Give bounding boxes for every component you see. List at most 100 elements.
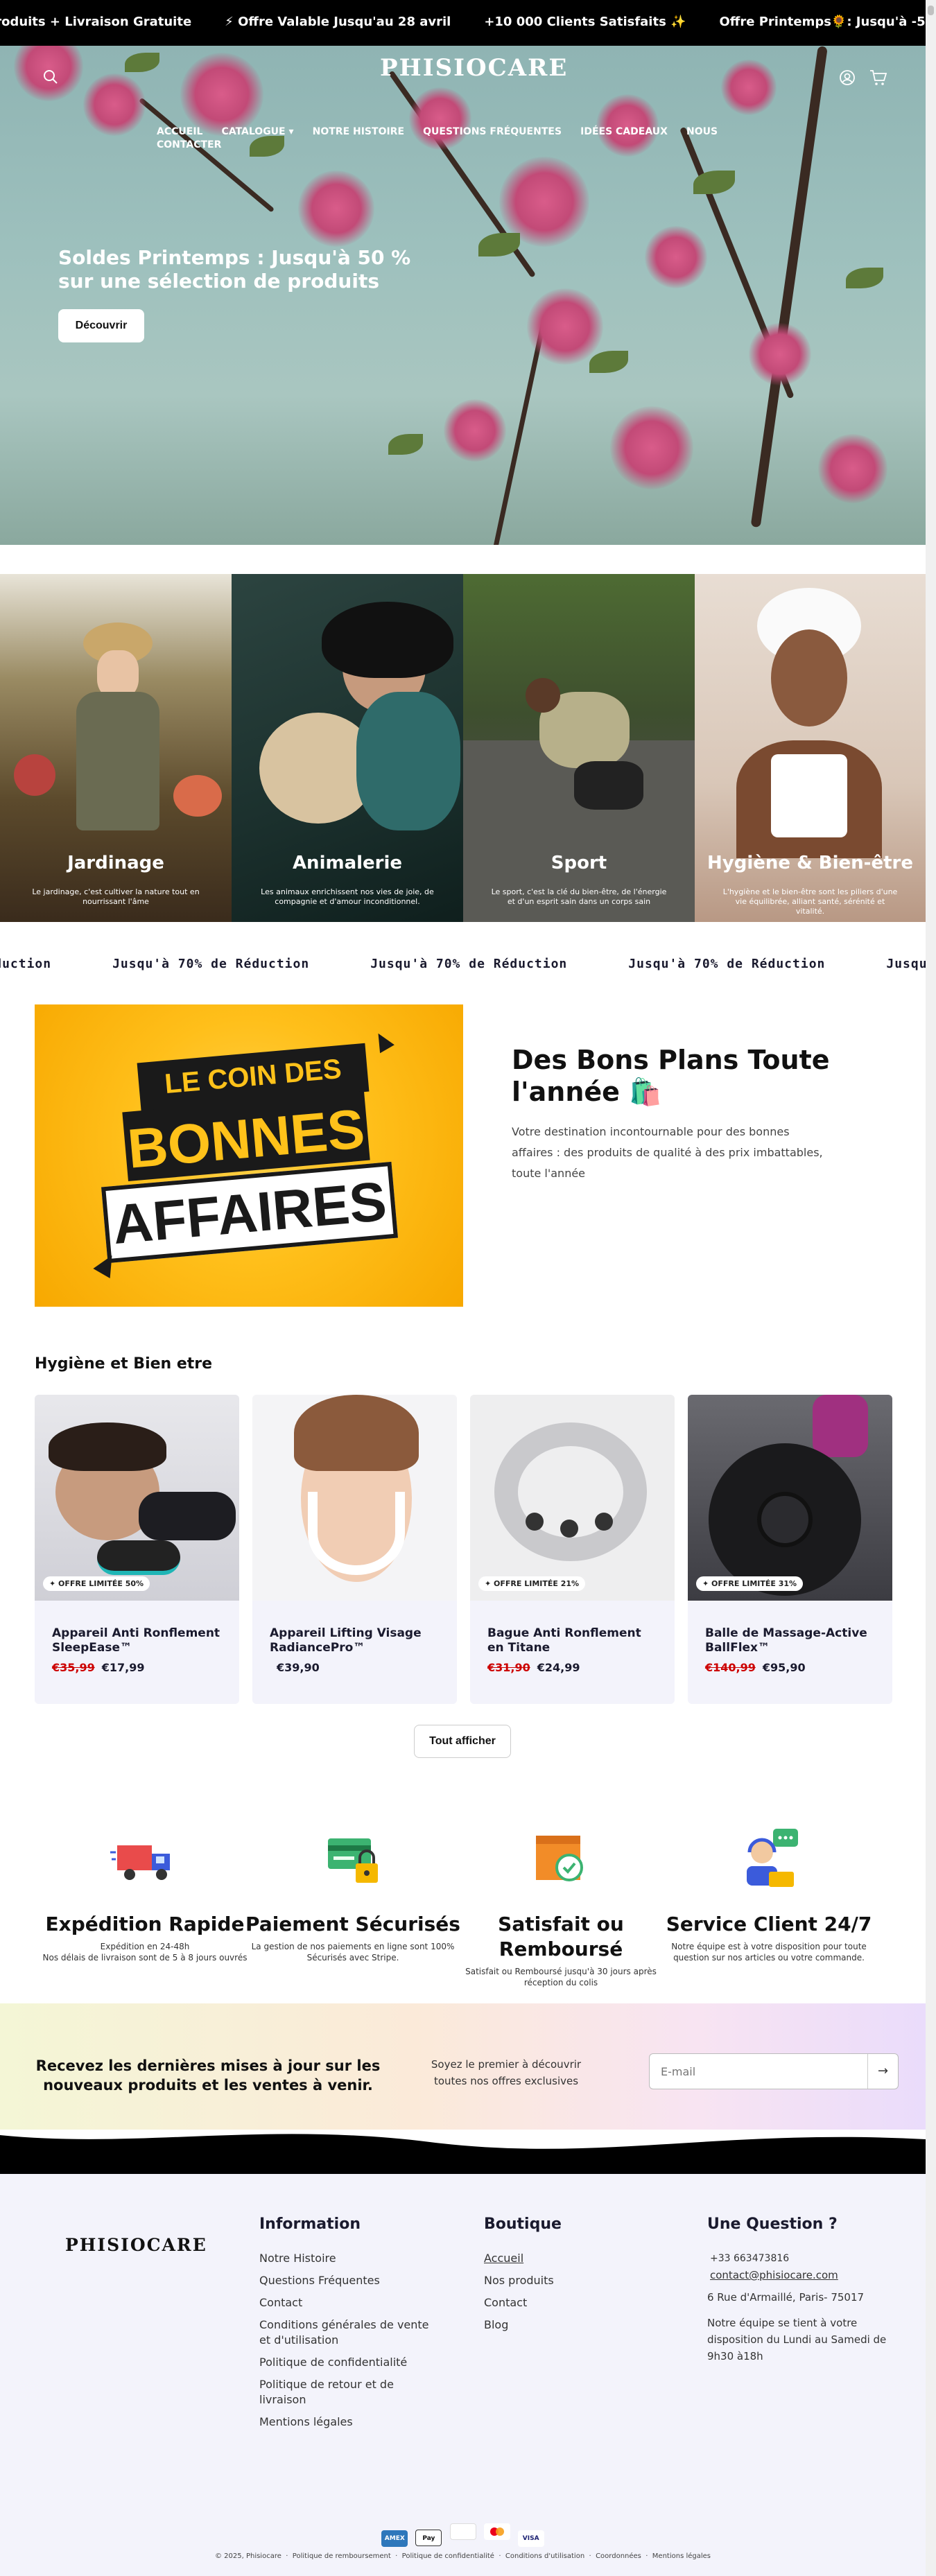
product-name[interactable]: Appareil Anti Ronflement SleepEase™ [52,1626,225,1655]
product-image [470,1395,675,1601]
footer-link[interactable]: Contact [259,2295,440,2310]
site-logo[interactable]: PHISIOCARE [380,54,566,82]
footer-link[interactable]: Nos produits [484,2273,664,2288]
product-card[interactable]: ✦ OFFRE LIMITÉE 31% Balle de Massage-Act… [688,1395,892,1704]
category-title: Hygiène & Bien-être [707,853,913,873]
discount-marquee: Jusqu'à 70% de Réduction Jusqu'à 70% de … [0,950,926,979]
nav-accueil[interactable]: ACCUEIL [157,126,202,137]
promo-title: Des Bons Plans Toute l'année 🛍️ [512,1045,830,1107]
chevron-down-icon: ▾ [288,126,294,137]
wave-divider [0,2121,926,2177]
account-icon[interactable] [839,69,856,86]
footer-bottom-link[interactable]: Politique de remboursement [293,2552,391,2560]
category-title: Animalerie [292,853,403,873]
newsletter-subtitle: Soyez le premier à découvrir toutes nos … [431,2058,582,2087]
hero-cta-button[interactable]: Découvrir [58,309,144,342]
footer-column-title: Boutique [484,2216,562,2233]
footer-info-column: Information Notre Histoire Questions Fré… [259,2216,440,2437]
product-old-price: €35,99 [52,1661,95,1674]
product-current-price: €39,90 [277,1661,320,1674]
category-card-hygiene[interactable]: Hygiène & Bien-être L'hygiène et le bien… [695,574,926,922]
category-description: L'hygiène et le bien-être sont les pilie… [722,887,898,916]
feature-text: La gestion de nos paiements en ligne son… [251,1942,455,1963]
product-card[interactable]: Appareil Lifting Visage RadiancePro™ €39… [252,1395,457,1704]
scrollbar-track[interactable] [926,0,936,2576]
footer-email[interactable]: contact@phisiocare.com [707,2268,894,2283]
feature-text: Satisfait ou Remboursé jusqu'à 30 jours … [465,1967,657,1987]
hero-title: Soldes Printemps : Jusqu'à 50 % sur une … [58,246,447,293]
offer-badge: ✦ OFFRE LIMITÉE 21% [478,1576,586,1591]
footer-bottom-link[interactable]: Politique de confidentialité [402,2552,494,2560]
hero-title-line: sur une sélection de produits [58,270,379,293]
footer-link[interactable]: Politique de confidentialité [259,2355,440,2370]
product-image [35,1395,239,1601]
collection-title: Hygiène et Bien etre [35,1355,213,1373]
product-name[interactable]: Balle de Massage-Active BallFlex™ [705,1626,878,1655]
search-icon[interactable] [43,69,58,85]
nav-questions[interactable]: QUESTIONS FRÉQUENTES [423,126,562,137]
nav-idees-cadeaux[interactable]: IDÉES CADEAUX [580,126,668,137]
footer-phone[interactable]: +33 663473816 [707,2251,894,2266]
product-price: €140,99 €95,90 [705,1661,806,1674]
category-card-sport[interactable]: Sport Le sport, c'est la clé du bien-êtr… [463,574,695,922]
footer-link[interactable]: Questions Fréquentes [259,2273,440,2288]
marquee-item: Jusqu'à 70% de Réduction [0,957,52,971]
feature-payment: Paiement Sécurisés La gestion de nos pai… [244,1825,462,1963]
announcement-item: Produits + Livraison Gratuite [0,15,192,29]
copyright: © 2025, Phisiocare [214,2552,281,2560]
cart-icon[interactable] [869,69,887,86]
footer-link[interactable]: Politique de retour et de livraison [259,2377,440,2408]
email-input[interactable] [650,2054,867,2089]
category-title: Jardinage [67,853,164,873]
footer-link[interactable]: Blog [484,2317,664,2333]
truck-icon [110,1825,180,1894]
product-image [688,1395,892,1601]
footer-bottom-link[interactable]: Conditions d'utilisation [505,2552,584,2560]
offer-badge: ✦ OFFRE LIMITÉE 31% [696,1576,804,1591]
category-description: Les animaux enrichissent nos vies de joi… [261,887,434,906]
newsletter-form: → [649,2053,899,2089]
view-all-button[interactable]: Tout afficher [414,1725,511,1758]
mastercard-icon [483,2523,510,2540]
nav-catalogue[interactable]: CATALOGUE ▾ [222,126,294,137]
feature-title: Paiement Sécurisés [245,1913,460,1935]
footer-link[interactable]: Mentions légales [259,2414,440,2430]
visa-icon: VISA [517,2530,544,2547]
category-card-animalerie[interactable]: Animalerie Les animaux enrichissent nos … [232,574,463,922]
product-card[interactable]: ✦ OFFRE LIMITÉE 50% Appareil Anti Ronfle… [35,1395,239,1704]
footer-column-title: Information [259,2216,361,2233]
footer-column-title: Une Question ? [707,2216,838,2233]
footer-link[interactable]: Notre Histoire [259,2251,440,2266]
nav-notre-histoire[interactable]: NOTRE HISTOIRE [313,126,404,137]
submit-arrow-button[interactable]: → [867,2054,898,2089]
feature-title: Satisfait ou Remboursé [498,1913,624,1960]
product-name[interactable]: Appareil Lifting Visage RadiancePro™ [270,1626,443,1655]
product-card[interactable]: ✦ OFFRE LIMITÉE 21% Bague Anti Ronflemen… [470,1395,675,1704]
footer-bottom-link[interactable]: Coordonnées [596,2552,641,2560]
newsletter-section: Recevez les dernières mises à jour sur l… [0,2003,926,2130]
newsletter-title: Recevez les dernières mises à jour sur l… [35,2057,381,2094]
category-card-jardinage[interactable]: Jardinage Le jardinage, c'est cultiver l… [0,574,232,922]
marquee-item: Jusqu'à 70% de Réduction [886,957,926,971]
category-title: Sport [551,853,607,873]
product-price: €39,90 [270,1661,320,1674]
product-old-price: €31,90 [487,1661,530,1674]
category-description: Le jardinage, c'est cultiver la nature t… [32,887,200,906]
product-current-price: €24,99 [537,1661,580,1674]
footer: PHISIOCARE Information Notre Histoire Qu… [0,2174,926,2576]
footer-logo[interactable]: PHISIOCARE [65,2235,207,2255]
feature-text: Notre équipe est à votre disposition pou… [671,1942,867,1963]
scrollbar-thumb[interactable] [928,6,934,15]
announcement-item: ⚡ Offre Valable Jusqu'au 28 avril [225,15,451,29]
promo-banner-image: LE COIN DES BONNES AFFAIRES [35,1004,463,1307]
feature-text: Expédition en 24-48h Nos délais de livra… [42,1942,248,1963]
announcement-item: +10 000 Clients Satisfaits ✨ [484,15,686,29]
promo-text: Votre destination incontournable pour de… [512,1125,823,1180]
footer-address: 6 Rue d'Armaillé, Paris- 75017 [707,2291,865,2304]
footer-link[interactable]: Conditions générales de vente et d'utili… [259,2317,440,2348]
footer-link[interactable]: Accueil [484,2251,664,2266]
hero-title-line: Soldes Printemps : Jusqu'à 50 % [58,246,411,269]
product-name[interactable]: Bague Anti Ronflement en Titane [487,1626,661,1655]
footer-bottom-link[interactable]: Mentions légales [652,2552,711,2560]
footer-link[interactable]: Contact [484,2295,664,2310]
